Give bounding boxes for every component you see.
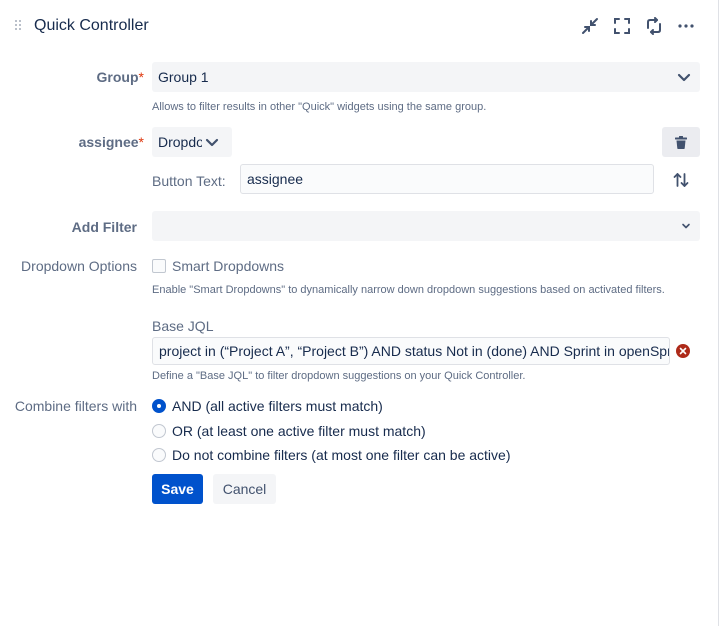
button-text-input[interactable]: assignee <box>240 164 654 194</box>
base-jql-help-text: Define a "Base JQL" to filter dropdown s… <box>152 370 526 382</box>
cancel-button[interactable]: Cancel <box>213 474 276 504</box>
group-label: Group* <box>96 69 144 85</box>
add-filter-select[interactable] <box>152 211 700 241</box>
base-jql-input[interactable]: project in (“Project A”, “Project B”) AN… <box>152 337 670 365</box>
drag-handle-icon[interactable] <box>15 20 23 32</box>
group-select[interactable]: Group 1 <box>152 62 700 92</box>
refresh-icon[interactable] <box>644 16 664 36</box>
fullscreen-icon[interactable] <box>612 16 632 36</box>
smart-dropdowns-checkbox[interactable] <box>152 259 166 273</box>
combine-filters-label: Combine filters with <box>14 398 137 414</box>
assignee-type-select[interactable]: Dropdown <box>152 127 232 157</box>
combine-or-label[interactable]: OR (at least one active filter must matc… <box>172 423 426 439</box>
combine-none-radio[interactable] <box>152 448 166 462</box>
combine-and-label[interactable]: AND (all active filters must match) <box>172 398 383 414</box>
smart-dropdowns-help-text: Enable "Smart Dropdowns" to dynamically … <box>152 284 665 296</box>
sort-icon[interactable] <box>671 170 691 190</box>
clear-icon[interactable] <box>676 344 690 358</box>
combine-and-radio[interactable] <box>152 399 166 413</box>
chevron-down-icon <box>202 132 222 152</box>
group-help-text: Allows to filter results in other "Quick… <box>152 101 487 113</box>
chevron-down-icon <box>674 67 694 87</box>
collapse-icon[interactable] <box>580 16 600 36</box>
combine-or-radio[interactable] <box>152 424 166 438</box>
combine-none-label[interactable]: Do not combine filters (at most one filt… <box>172 447 510 463</box>
assignee-label: assignee* <box>78 134 144 150</box>
chevron-down-icon <box>676 216 696 236</box>
trash-icon <box>675 135 687 149</box>
base-jql-label: Base JQL <box>152 318 214 334</box>
assignee-type-value: Dropdown <box>158 134 202 150</box>
save-button[interactable]: Save <box>152 474 203 504</box>
widget-title: Quick Controller <box>34 17 149 34</box>
add-filter-label: Add Filter <box>71 219 137 235</box>
button-text-label: Button Text: <box>152 173 226 189</box>
smart-dropdowns-label[interactable]: Smart Dropdowns <box>172 258 284 274</box>
group-select-value: Group 1 <box>158 69 209 85</box>
more-icon[interactable] <box>676 16 696 36</box>
delete-filter-button[interactable] <box>662 127 700 157</box>
panel-border <box>718 0 719 626</box>
dropdown-options-label: Dropdown Options <box>21 258 137 274</box>
